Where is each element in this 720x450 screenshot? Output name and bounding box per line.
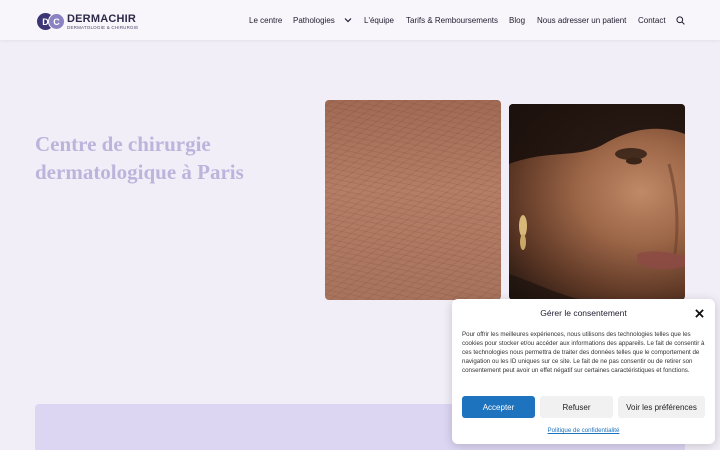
nav-le-centre[interactable]: Le centre — [249, 16, 282, 25]
logo-mark-right: C — [48, 13, 65, 30]
face-illustration — [509, 104, 685, 300]
refuse-button[interactable]: Refuser — [540, 396, 613, 418]
search-icon[interactable] — [676, 16, 685, 25]
consent-title: Gérer le consentement — [540, 308, 627, 318]
cookie-consent-dialog: Gérer le consentement Pour offrir les me… — [452, 299, 715, 444]
nav-pathologies[interactable]: Pathologies — [293, 16, 335, 25]
woman-face-image — [509, 104, 685, 300]
hero-title: Centre de chirurgie dermatologique à Par… — [35, 132, 244, 184]
skin-texture-image — [325, 100, 501, 300]
nav-equipe[interactable]: L'équipe — [364, 16, 394, 25]
consent-text: Pour offrir les meilleures expériences, … — [462, 331, 705, 374]
logo-mark: D C — [37, 13, 65, 31]
nav-tarifs[interactable]: Tarifs & Remboursements — [406, 16, 498, 25]
logo-name: DERMACHIR — [67, 12, 137, 25]
accept-button[interactable]: Accepter — [462, 396, 535, 418]
privacy-policy-link[interactable]: Politique de confidentialité — [452, 427, 715, 434]
nav-blog[interactable]: Blog — [509, 16, 525, 25]
chevron-down-icon[interactable] — [344, 17, 352, 23]
preferences-button[interactable]: Voir les préférences — [618, 396, 705, 418]
site-header: D C DERMACHIR DERMATOLOGIE & CHIRURGIE L… — [0, 0, 720, 40]
close-icon[interactable] — [695, 309, 704, 318]
nav-adresser-patient[interactable]: Nous adresser un patient — [537, 16, 626, 25]
logo-subtitle: DERMATOLOGIE & CHIRURGIE — [67, 24, 139, 30]
nav-contact[interactable]: Contact — [638, 16, 666, 25]
site-logo[interactable]: D C DERMACHIR DERMATOLOGIE & CHIRURGIE — [37, 13, 138, 31]
